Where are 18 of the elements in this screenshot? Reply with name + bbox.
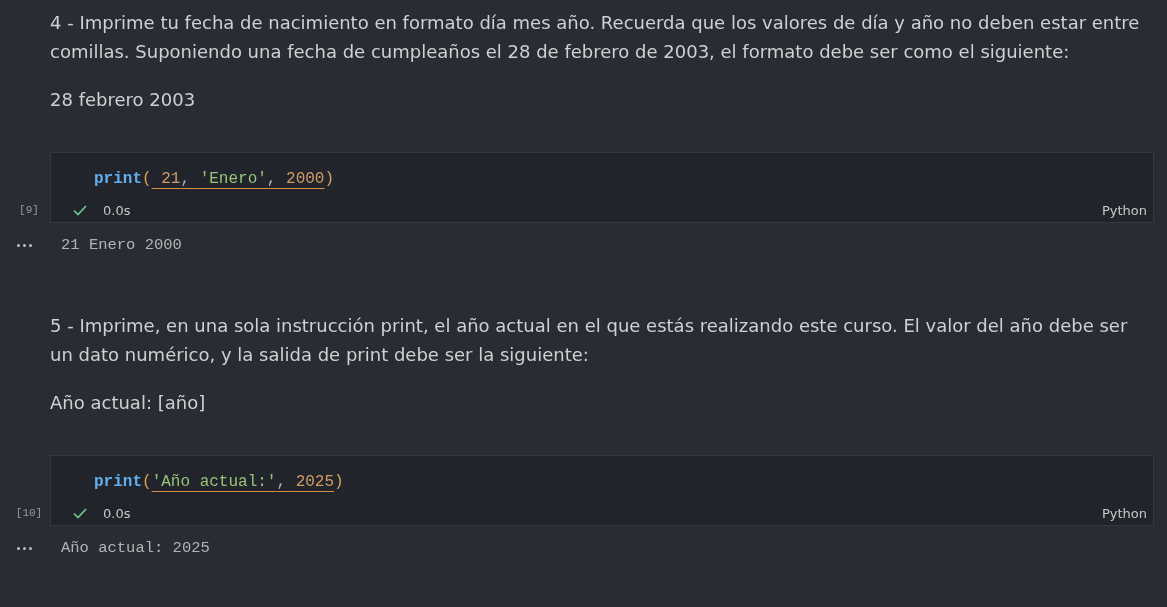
output-text: 21 Enero 2000 [61, 235, 182, 255]
output-text: Año actual: 2025 [61, 538, 210, 558]
code-cell[interactable]: print('Año actual:', 2025) 0.0s Python [50, 455, 1154, 526]
execution-count: [10] [15, 506, 43, 520]
language-label[interactable]: Python [1101, 202, 1147, 218]
markdown-paragraph: 4 - Imprime tu fecha de nacimiento en formato día mes año. Recuerda que los valores de día y año no deben estar entre comillas. Suponiendo una fecha de cumpleaños el 28 de febrero de 2003, el formato debe ser como el siguiente: [50, 11, 1141, 64]
markdown-paragraph: 28 febrero 2003 [50, 88, 196, 112]
markdown-paragraph: 5 - Imprime, en una sola instrucción print, el año actual en el que estás realizando este curso. El valor del año debe ser un dato numérico, y la salida de print debe ser la siguiente: [50, 314, 1129, 367]
language-label[interactable]: Python [1101, 505, 1147, 521]
execution-time: 0.0s [103, 505, 131, 521]
execution-time: 0.0s [103, 202, 131, 218]
code-cell[interactable]: print( 21, 'Enero', 2000) 0.0s Python [50, 152, 1154, 223]
code-line: print('Año actual:', 2025) [94, 472, 344, 492]
more-icon[interactable] [17, 546, 32, 550]
code-line: print( 21, 'Enero', 2000) [94, 169, 335, 189]
execution-count: [9] [19, 203, 39, 217]
markdown-paragraph: Año actual: [año] [50, 391, 206, 415]
more-icon[interactable] [17, 243, 32, 247]
